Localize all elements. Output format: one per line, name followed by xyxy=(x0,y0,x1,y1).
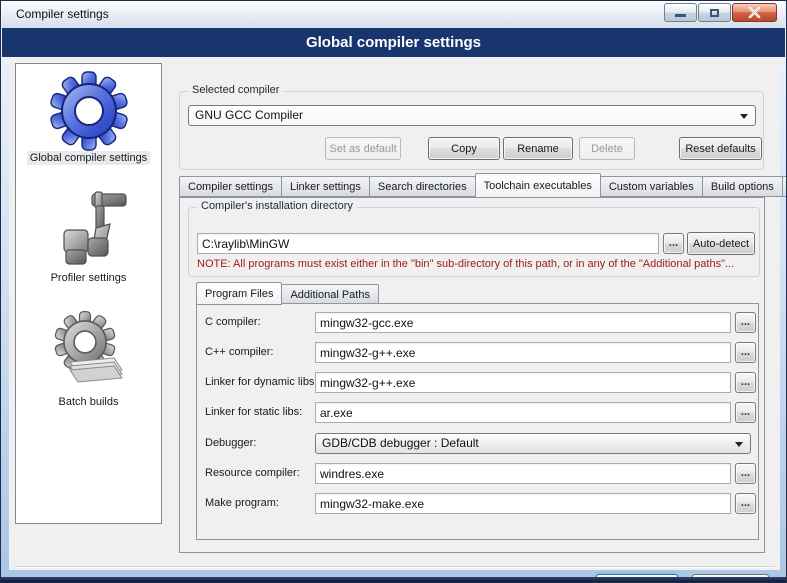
chevron-down-icon xyxy=(735,442,743,447)
tab-search-directories[interactable]: Search directories xyxy=(369,176,476,197)
cpp-compiler-browse-button[interactable]: ... xyxy=(735,342,756,363)
tab-custom-variables[interactable]: Custom variables xyxy=(600,176,703,197)
tab-additional-paths[interactable]: Additional Paths xyxy=(281,284,379,304)
make-program-browse-button[interactable]: ... xyxy=(735,493,756,514)
resource-compiler-browse-button[interactable]: ... xyxy=(735,463,756,484)
group-label: Compiler's installation directory xyxy=(197,200,357,212)
sidebar-item-label: Batch builds xyxy=(16,396,161,408)
minimize-icon xyxy=(675,14,686,17)
title-bar[interactable]: Compiler settings xyxy=(2,1,785,28)
field-label: Linker for static libs: xyxy=(205,406,302,418)
installation-directory-group: Compiler's installation directory ... Au… xyxy=(188,207,760,277)
dialog-body: Global compiler settings xyxy=(9,57,780,570)
maximize-button[interactable] xyxy=(698,3,731,22)
program-files-tab-strip: Program Files Additional Paths xyxy=(196,282,378,304)
dynamic-linker-browse-button[interactable]: ... xyxy=(735,372,756,393)
tab-build-options[interactable]: Build options xyxy=(702,176,783,197)
debugger-select[interactable]: GDB/CDB debugger : Default xyxy=(315,433,751,454)
c-compiler-input[interactable] xyxy=(315,312,731,333)
dialog-header: Global compiler settings xyxy=(2,28,785,57)
static-linker-input[interactable] xyxy=(315,402,731,423)
tab-clipped[interactable] xyxy=(782,176,787,197)
field-label: C compiler: xyxy=(205,316,261,328)
chevron-down-icon xyxy=(740,114,748,119)
auto-detect-button[interactable]: Auto-detect xyxy=(687,232,755,255)
field-label: C++ compiler: xyxy=(205,346,273,358)
maximize-icon xyxy=(710,9,719,17)
close-icon xyxy=(748,7,761,18)
sidebar-item-label: Global compiler settings xyxy=(16,152,161,164)
copy-button[interactable]: Copy xyxy=(428,137,500,160)
browse-directory-button[interactable]: ... xyxy=(663,233,684,254)
field-label: Make program: xyxy=(205,497,279,509)
blue-gear-icon xyxy=(48,71,130,151)
dynamic-linker-input[interactable] xyxy=(315,372,731,393)
program-files-panel: C compiler: ... C++ compiler: ... Linker… xyxy=(196,303,759,540)
resource-compiler-input[interactable] xyxy=(315,463,731,484)
settings-tab-strip: Compiler settings Linker settings Search… xyxy=(179,173,787,197)
sidebar-item-label: Profiler settings xyxy=(16,272,161,284)
tab-program-files[interactable]: Program Files xyxy=(196,282,282,305)
compiler-select[interactable]: GNU GCC Compiler xyxy=(188,105,756,126)
compiler-settings-window: Compiler settings Global compiler settin… xyxy=(0,0,787,583)
rename-button[interactable]: Rename xyxy=(503,137,573,160)
tab-compiler-settings[interactable]: Compiler settings xyxy=(179,176,282,197)
tab-toolchain-executables[interactable]: Toolchain executables xyxy=(475,173,601,198)
minimize-button[interactable] xyxy=(664,3,697,22)
delete-button[interactable]: Delete xyxy=(579,137,635,160)
toolchain-executables-panel: Compiler's installation directory ... Au… xyxy=(179,197,765,553)
window-title: Compiler settings xyxy=(16,7,109,21)
installation-directory-input[interactable] xyxy=(197,233,659,254)
field-label: Debugger: xyxy=(205,437,256,449)
tab-linker-settings[interactable]: Linker settings xyxy=(281,176,370,197)
group-label: Selected compiler xyxy=(188,84,283,96)
static-linker-browse-button[interactable]: ... xyxy=(735,402,756,423)
c-compiler-browse-button[interactable]: ... xyxy=(735,312,756,333)
selected-compiler-group: Selected compiler GNU GCC Compiler Set a… xyxy=(179,91,764,170)
set-as-default-button[interactable]: Set as default xyxy=(325,137,401,160)
settings-category-list: Global compiler settings xyxy=(15,63,162,524)
gray-gear-stack-icon xyxy=(48,310,130,390)
window-controls xyxy=(663,3,777,22)
field-label: Linker for dynamic libs: xyxy=(205,376,318,388)
caliper-blocks-icon xyxy=(48,190,130,270)
installation-note: NOTE: All programs must exist either in … xyxy=(197,258,734,270)
footer-separator xyxy=(15,566,774,568)
make-program-input[interactable] xyxy=(315,493,731,514)
cancel-button[interactable]: Cancel xyxy=(692,574,769,583)
ok-button[interactable]: OK xyxy=(596,574,678,583)
debugger-select-value: GDB/CDB debugger : Default xyxy=(322,436,479,450)
field-label: Resource compiler: xyxy=(205,467,300,479)
reset-defaults-button[interactable]: Reset defaults xyxy=(679,137,762,160)
cpp-compiler-input[interactable] xyxy=(315,342,731,363)
compiler-select-value: GNU GCC Compiler xyxy=(195,108,303,122)
close-button[interactable] xyxy=(732,3,777,22)
